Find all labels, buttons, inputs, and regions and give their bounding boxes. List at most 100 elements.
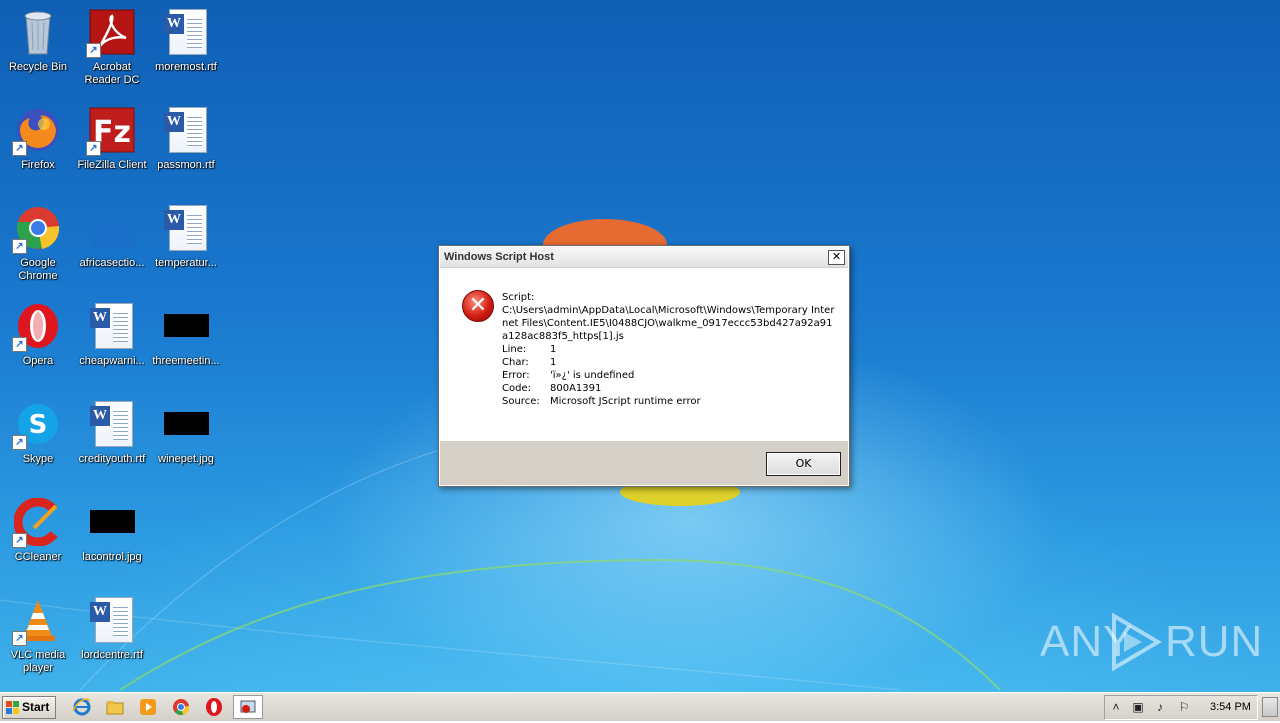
desktop-icon-lacontrol[interactable]: lacontrol.jpg: [74, 498, 150, 564]
action-center-flag-icon[interactable]: ⚐: [1177, 700, 1191, 714]
filezilla-icon: Fz ↗: [86, 106, 136, 156]
taskbar: Start ˄ ▣ ♪ ⚐ 3:54 PM: [0, 692, 1280, 721]
image-file-icon: [88, 204, 136, 252]
desktop-icon-label: temperatur...: [155, 257, 217, 269]
windows-logo-icon: [6, 701, 19, 714]
desktop-icon-label: passmon.rtf: [157, 159, 215, 171]
desktop-icon-cheapwarning[interactable]: W cheapwarni...: [74, 302, 150, 368]
desktop-icon-label: FileZilla Client: [77, 159, 147, 171]
desktop-icon-passmon[interactable]: W passmon.rtf: [148, 106, 224, 172]
recycle-bin-icon: [14, 8, 62, 56]
start-label: Start: [22, 700, 50, 714]
desktop-icon-vlc[interactable]: ↗ VLC media player: [0, 596, 76, 675]
dialog-title: Windows Script Host: [444, 251, 554, 263]
volume-icon[interactable]: ♪: [1153, 700, 1167, 714]
start-button[interactable]: Start: [2, 696, 56, 719]
shortcut-arrow-icon: ↗: [12, 141, 27, 156]
desktop-icon-chrome[interactable]: ↗ Google Chrome: [0, 204, 76, 283]
script-path: C:\Users\admin\AppData\Local\Microsoft\W…: [502, 305, 835, 342]
error-field-row: Error:'ï»¿' is undefined: [502, 370, 635, 381]
desktop-icon-label: Acrobat Reader DC: [84, 61, 140, 86]
shortcut-arrow-icon: ↗: [86, 141, 101, 156]
dialog-body: ✕ Script: C:\Users\admin\AppData\Local\M…: [440, 268, 848, 441]
vlc-cone-icon: ↗: [12, 596, 62, 646]
desktop-icon-temperature[interactable]: W temperatur...: [148, 204, 224, 270]
firefox-icon: ↗: [12, 106, 62, 156]
show-desktop-button[interactable]: [1262, 697, 1278, 717]
desktop-icon-skype[interactable]: S ↗ Skype: [0, 400, 76, 466]
ccleaner-icon: ↗: [12, 497, 62, 548]
system-tray: ˄ ▣ ♪ ⚐ 3:54 PM: [1104, 695, 1258, 720]
opera-taskbar-icon[interactable]: [204, 697, 224, 717]
script-host-error-dialog: Windows Script Host ✕ ✕ Script: C:\Users…: [438, 245, 850, 487]
shortcut-arrow-icon: ↗: [12, 337, 27, 352]
image-file-icon: [88, 498, 136, 546]
desktop-icon-filezilla[interactable]: Fz ↗ FileZilla Client: [74, 106, 150, 172]
desktop-icon-label: lacontrol.jpg: [82, 551, 142, 563]
desktop-icon-label: Skype: [22, 453, 54, 465]
script-host-taskbar-button[interactable]: [233, 695, 263, 719]
desktop-icon-winepet[interactable]: winepet.jpg: [148, 400, 224, 466]
desktop: Recycle Bin ↗ Firefox ↗ Google Chrome ↗ …: [0, 0, 1280, 692]
word-document-icon: W: [162, 106, 210, 154]
word-document-icon: W: [162, 8, 210, 56]
close-button[interactable]: ✕: [828, 250, 845, 265]
acrobat-icon: ↗: [86, 8, 136, 58]
desktop-icon-label: credityouth.rtf: [78, 453, 146, 465]
word-document-icon: W: [88, 400, 136, 448]
desktop-icon-firefox[interactable]: ↗ Firefox: [0, 106, 76, 172]
chrome-icon: ↗: [12, 204, 62, 254]
error-icon: ✕: [462, 290, 494, 322]
image-file-icon: [162, 400, 210, 448]
desktop-icon-opera[interactable]: ↗ Opera: [0, 302, 76, 368]
word-document-icon: W: [88, 302, 136, 350]
desktop-icon-label: Opera: [22, 355, 54, 367]
desktop-icon-moremost[interactable]: W moremost.rtf: [148, 8, 224, 74]
desktop-icon-label: cheapwarni...: [79, 355, 145, 367]
shortcut-arrow-icon: ↗: [86, 43, 101, 58]
desktop-icon-ccleaner[interactable]: ↗ CCleaner: [0, 497, 76, 564]
watermark-right-text: RUN: [1165, 617, 1264, 666]
word-document-icon: W: [88, 596, 136, 644]
desktop-icon-label: moremost.rtf: [155, 61, 217, 73]
desktop-icon-recycle-bin[interactable]: Recycle Bin: [0, 8, 76, 74]
desktop-icon-label: Recycle Bin: [8, 61, 68, 73]
network-icon[interactable]: ▣: [1131, 700, 1145, 714]
svg-text:S: S: [29, 410, 48, 440]
desktop-icon-label: Firefox: [21, 159, 55, 171]
desktop-icon-credityouth[interactable]: W credityouth.rtf: [74, 400, 150, 466]
desktop-icon-label: lordcentre.rtf: [81, 649, 143, 661]
desktop-icon-label: africasectio...: [79, 257, 145, 269]
chrome-taskbar-icon[interactable]: [171, 697, 191, 717]
dialog-titlebar[interactable]: Windows Script Host ✕: [440, 247, 848, 268]
desktop-icon-label: VLC media player: [10, 649, 66, 674]
shortcut-arrow-icon: ↗: [12, 435, 27, 450]
explorer-folder-icon[interactable]: [105, 697, 125, 717]
error-field-row: Code: 800A1391: [502, 383, 602, 394]
desktop-icon-lordcentre[interactable]: W lordcentre.rtf: [74, 596, 150, 662]
ok-button[interactable]: OK: [766, 452, 841, 476]
desktop-icon-label: winepet.jpg: [158, 453, 214, 465]
error-field-row: Char: 1: [502, 357, 557, 368]
media-player-icon[interactable]: [138, 697, 158, 717]
show-hidden-icons-icon[interactable]: ˄: [1109, 700, 1123, 714]
play-logo-icon: [1112, 612, 1162, 672]
desktop-icon-africasection[interactable]: africasectio...: [74, 204, 150, 270]
word-document-icon: W: [162, 204, 210, 252]
desktop-icon-label: Google Chrome: [18, 257, 58, 282]
clock[interactable]: 3:54 PM: [1210, 701, 1251, 713]
skype-icon: S ↗: [12, 400, 62, 450]
error-field-row: Source: Microsoft JScript runtime error: [502, 396, 701, 407]
error-field-row: Line: 1: [502, 344, 557, 355]
desktop-icon-label: CCleaner: [14, 551, 62, 563]
desktop-icon-label: threemeetin...: [152, 355, 220, 367]
opera-icon: ↗: [12, 302, 62, 352]
internet-explorer-icon[interactable]: [72, 697, 92, 717]
shortcut-arrow-icon: ↗: [12, 631, 27, 646]
desktop-icon-acrobat[interactable]: ↗ Acrobat Reader DC: [74, 8, 150, 87]
script-label: Script:: [502, 292, 535, 303]
image-file-icon: [162, 302, 210, 350]
shortcut-arrow-icon: ↗: [12, 239, 27, 254]
desktop-icon-threemeeting[interactable]: threemeetin...: [148, 302, 224, 368]
shortcut-arrow-icon: ↗: [12, 533, 27, 548]
